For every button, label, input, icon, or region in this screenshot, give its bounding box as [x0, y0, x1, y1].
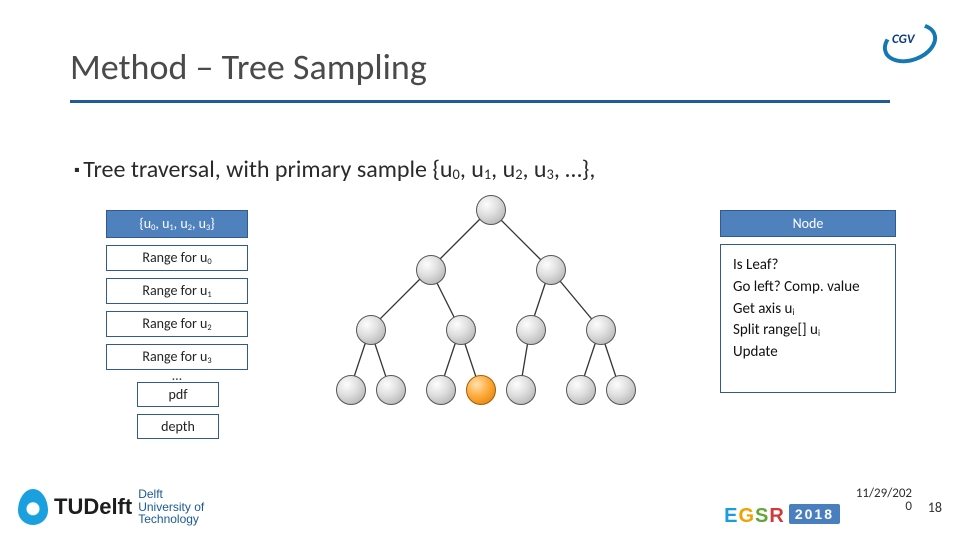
node-header: Node [720, 210, 896, 237]
tree-node [606, 375, 636, 405]
tree-node [376, 375, 406, 405]
tudelft-flame-icon [18, 489, 48, 525]
accent-bar [70, 100, 890, 103]
bullet-line: Tree traversal, with primary sample {u0,… [74, 155, 595, 184]
cgv-logo: CGV [878, 20, 936, 60]
node-line: Update [733, 342, 885, 364]
tree-node [506, 375, 536, 405]
stack-pdf: pdf [137, 382, 219, 407]
sample-stack: {u0, u1, u2, u3} Range for u0 Range for … [106, 210, 248, 446]
tudelft-logo: TUDelft Delft University of Technology [18, 488, 204, 526]
tree-node [426, 375, 456, 405]
node-line: Split range[] ui [733, 320, 885, 342]
tree-node [446, 315, 476, 345]
node-line: Get axis ui [733, 299, 885, 321]
tree-node [466, 375, 496, 405]
tree-node [586, 315, 616, 345]
stack-header: {u0, u1, u2, u3} [106, 210, 248, 238]
stack-depth: depth [137, 414, 219, 439]
stack-row: Range for u1 [106, 278, 248, 304]
page-number: 18 [928, 499, 942, 516]
stack-row: Range for u0 [106, 245, 248, 271]
tree-node [536, 255, 566, 285]
node-line: Is Leaf? [733, 255, 885, 277]
tree-node [336, 375, 366, 405]
tree-node [416, 255, 446, 285]
node-body: Is Leaf?Go left? Comp. valueGet axis uiS… [720, 244, 896, 393]
tree-node [476, 195, 506, 225]
stack-ellipsis: … [106, 372, 248, 380]
node-line: Go left? Comp. value [733, 277, 885, 299]
footer-date: 11/29/2020 [856, 487, 912, 514]
tree-diagram [300, 193, 680, 413]
node-block: Node Is Leaf?Go left? Comp. valueGet axi… [720, 210, 896, 393]
egsr-logo: EGSR2018 [724, 504, 840, 528]
tree-node [516, 315, 546, 345]
tree-node [356, 315, 386, 345]
slide-title: Method – Tree Sampling [70, 45, 427, 89]
tree-node [566, 375, 596, 405]
stack-row: Range for u2 [106, 311, 248, 337]
